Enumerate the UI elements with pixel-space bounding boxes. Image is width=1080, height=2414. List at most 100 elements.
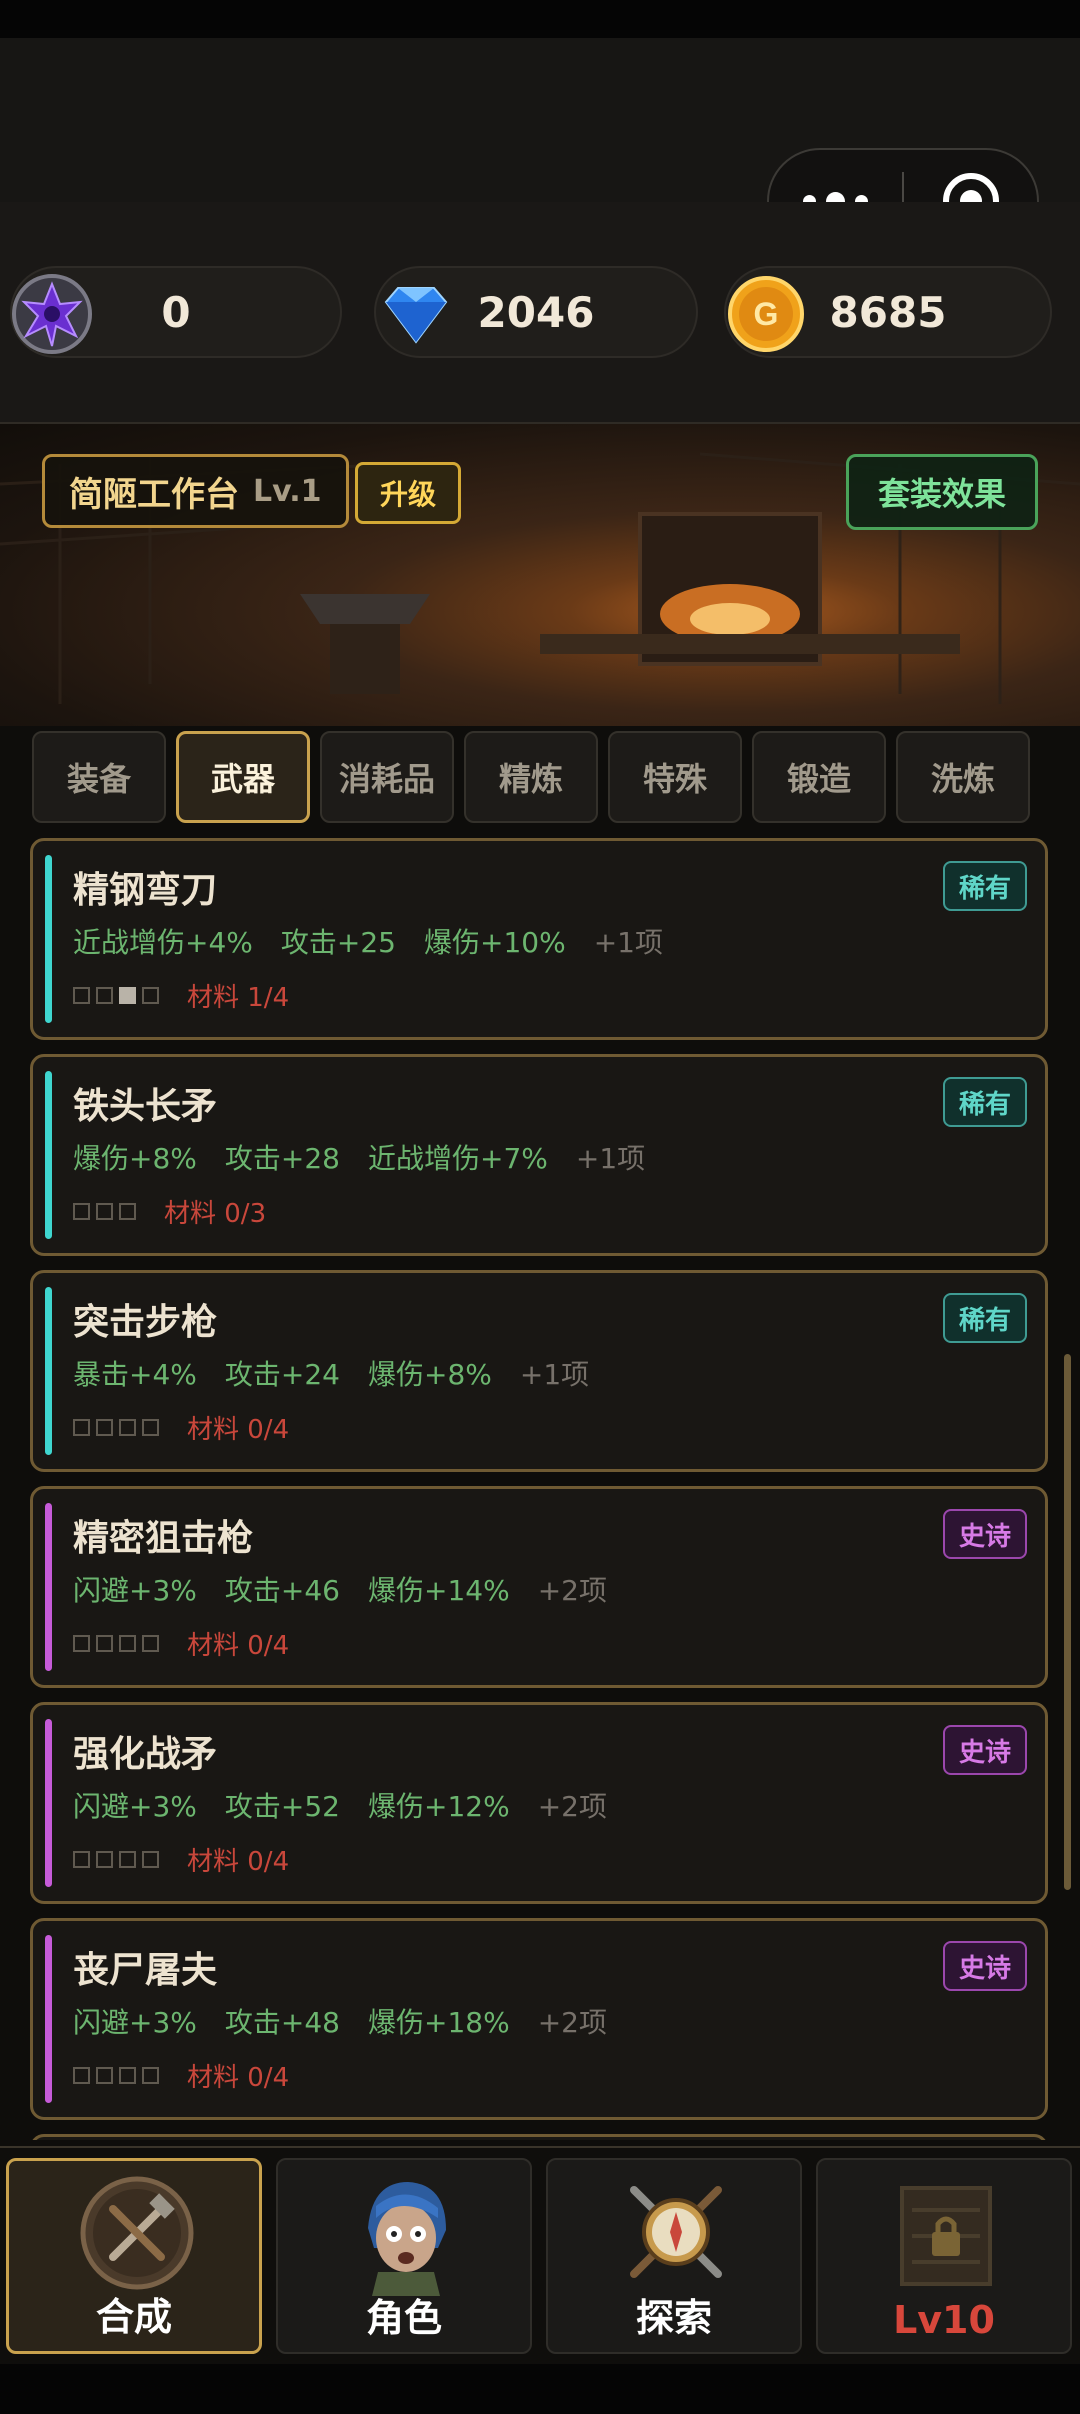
nav-character-label: 角色 — [365, 2296, 442, 2340]
stat-bonus: 攻击+25 — [280, 926, 396, 959]
material-slot — [119, 1203, 136, 1220]
rarity-badge: 史诗 — [942, 1725, 1027, 1775]
rarity-badge: 史诗 — [942, 1941, 1027, 1991]
diamond-counter: 2046 — [374, 266, 698, 358]
material-progress: 材料 0/4 — [73, 1841, 289, 1878]
gold-counter: G 8685 — [724, 266, 1052, 358]
stat-bonus: 闪避+3% — [73, 1574, 197, 1607]
rarity-accent-bar — [45, 855, 52, 1023]
material-slot — [119, 1419, 136, 1436]
material-slot — [119, 987, 136, 1004]
rarity-accent-bar — [45, 1071, 52, 1239]
rarity-badge: 稀有 — [942, 1077, 1027, 1127]
tab-consumables[interactable]: 消耗品 — [320, 731, 454, 823]
list-scrollbar[interactable] — [1064, 1354, 1071, 1890]
more-stats-count: +1项 — [519, 1358, 590, 1391]
item-stats: 闪避+3% 攻击+52 爆伤+12% +2项 — [73, 1785, 607, 1825]
item-name: 精密狙击枪 — [73, 1518, 254, 1559]
rarity-accent-bar — [45, 1719, 52, 1887]
tab-refine[interactable]: 精炼 — [464, 731, 598, 823]
material-count: 材料 0/4 — [187, 2063, 290, 2093]
material-slot — [73, 987, 90, 1004]
material-slot — [96, 2067, 113, 2084]
nav-explore[interactable]: 探索 — [546, 2158, 802, 2354]
rarity-badge: 稀有 — [942, 1293, 1027, 1343]
material-slot — [73, 1419, 90, 1436]
stat-bonus: 爆伤+8% — [73, 1142, 197, 1175]
material-slots — [73, 1419, 159, 1436]
item-stats: 闪避+3% 攻击+48 爆伤+18% +2项 — [73, 2001, 607, 2041]
recipe-card[interactable]: 丧尸屠夫 史诗 闪避+3% 攻击+48 爆伤+18% +2项 材料 0/4 — [30, 1918, 1048, 2120]
material-slot — [142, 987, 159, 1004]
stat-bonus: 爆伤+18% — [367, 2006, 510, 2039]
locked-shop-icon — [900, 2186, 992, 2286]
tab-forge[interactable]: 锻造 — [752, 731, 886, 823]
rarity-accent-bar — [45, 1503, 52, 1671]
item-name: 强化战矛 — [73, 1734, 218, 1775]
workbench-title[interactable]: 简陋工作台 Lv.1 — [42, 454, 349, 528]
material-slot — [96, 1635, 113, 1652]
material-slot — [73, 1635, 90, 1652]
material-slot — [119, 1635, 136, 1652]
material-slot — [142, 1419, 159, 1436]
stat-bonus: 闪避+3% — [73, 1790, 197, 1823]
material-slots — [73, 2067, 159, 2084]
tab-equipment[interactable]: 装备 — [32, 731, 166, 823]
upgrade-button[interactable]: 升级 — [355, 462, 461, 524]
purple-crystal-icon — [12, 274, 92, 354]
more-stats-count: +2项 — [537, 2006, 607, 2039]
material-slot — [73, 1203, 90, 1220]
nav-explore-label: 探索 — [635, 2296, 712, 2340]
nav-shop-level-label: Lv10 — [893, 2298, 995, 2342]
item-stats: 近战增伤+4% 攻击+25 爆伤+10% +1项 — [73, 921, 663, 961]
gold-coin-icon: G — [728, 276, 804, 352]
workbench-name: 简陋工作台 — [69, 474, 239, 515]
stat-bonus: 暴击+4% — [73, 1358, 197, 1391]
item-name: 丧尸屠夫 — [73, 1950, 218, 1991]
nav-craft[interactable]: 合成 — [6, 2158, 262, 2354]
status-bar — [0, 0, 1080, 38]
item-name: 铁头长矛 — [73, 1086, 218, 1127]
item-name: 精钢弯刀 — [73, 870, 218, 911]
stat-bonus: 攻击+52 — [224, 1790, 340, 1823]
tab-weapons[interactable]: 武器 — [176, 731, 310, 823]
material-slot — [73, 2067, 90, 2084]
tab-reroll[interactable]: 洗炼 — [896, 731, 1030, 823]
svg-text:G: G — [754, 296, 779, 332]
nav-craft-label: 合成 — [95, 2295, 172, 2339]
recipe-card[interactable]: 铁头长矛 稀有 爆伤+8% 攻击+28 近战增伤+7% +1项 材料 0/3 — [30, 1054, 1048, 1256]
set-effect-button[interactable]: 套装效果 — [846, 454, 1038, 530]
material-slots — [73, 987, 159, 1004]
material-slots — [73, 1203, 136, 1220]
material-slot — [119, 1851, 136, 1868]
nav-shop-locked[interactable]: Lv10 — [816, 2158, 1072, 2354]
material-count: 材料 1/4 — [187, 983, 290, 1013]
recipe-card[interactable]: 突击步枪 稀有 暴击+4% 攻击+24 爆伤+8% +1项 材料 0/4 — [30, 1270, 1048, 1472]
recipe-list: 精钢弯刀 稀有 近战增伤+4% 攻击+25 爆伤+10% +1项 材料 1/4 铁头长矛 稀有爆… — [0, 838, 1080, 2140]
recipe-card[interactable]: 强化战矛 史诗 闪避+3% 攻击+52 爆伤+12% +2项 材料 0/4 — [30, 1702, 1048, 1904]
material-progress: 材料 0/3 — [73, 1193, 266, 1230]
item-name: 突击步枪 — [73, 1302, 218, 1343]
material-progress: 材料 0/4 — [73, 2057, 289, 2094]
more-stats-count: +1项 — [593, 926, 663, 959]
recipe-card[interactable]: 精钢弯刀 稀有近战增伤+4% 攻击+25 爆伤+10% +1项材料 1/4 — [30, 838, 1048, 1040]
material-slot — [96, 1419, 113, 1436]
rarity-badge: 稀有 — [942, 861, 1027, 911]
material-progress: 材料 0/4 — [73, 1409, 289, 1446]
rarity-accent-bar — [45, 1935, 52, 2103]
recipe-card[interactable]: 精密狙击枪 史诗 闪避+3% 攻击+46 爆伤+14% +2项 材料 0/4 — [30, 1486, 1048, 1688]
nav-character[interactable]: 角色 — [276, 2158, 532, 2354]
stat-bonus: 攻击+28 — [224, 1142, 340, 1175]
more-stats-count: +2项 — [537, 1574, 607, 1607]
material-count: 材料 0/4 — [187, 1631, 290, 1661]
tab-special[interactable]: 特殊 — [608, 731, 742, 823]
material-slot — [142, 1635, 159, 1652]
material-slots — [73, 1635, 159, 1652]
rarity-accent-bar — [45, 1287, 52, 1455]
material-slot — [142, 2067, 159, 2084]
material-progress: 材料 1/4 — [73, 977, 289, 1014]
material-slot — [142, 1851, 159, 1868]
material-count: 材料 0/4 — [187, 1415, 290, 1445]
diamond-icon — [384, 287, 448, 344]
recipe-card[interactable] — [30, 2134, 1048, 2140]
